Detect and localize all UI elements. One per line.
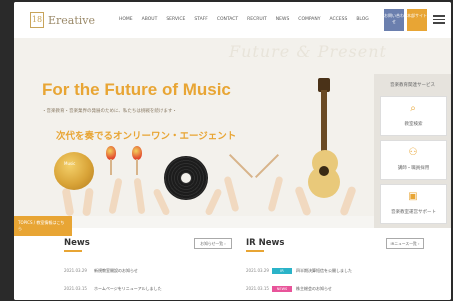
nav-item[interactable]: CONTACT: [217, 17, 238, 22]
maraca-illustration: [132, 146, 142, 160]
sidebar-card-support[interactable]: ▣ 音楽教室運営サポート: [380, 184, 447, 224]
hand-illustration: [152, 187, 171, 217]
hand-illustration: [204, 187, 223, 217]
nav-item[interactable]: SERVICE: [166, 17, 185, 22]
news-heading: News: [64, 238, 90, 248]
hero-catchphrase: 次代を奏でるオンリーワン・エージェント: [56, 131, 237, 142]
topics-corner-banner[interactable]: TOPICS / 教室情報はこちら: [14, 216, 72, 236]
hero-title: For the Future of Music: [42, 80, 231, 99]
hq-site-button-label: 本部サイト: [407, 13, 427, 18]
nav-item[interactable]: RECRUIT: [247, 17, 267, 22]
hand-illustration: [133, 177, 146, 215]
hamburger-menu-icon[interactable]: [433, 15, 445, 24]
guitar-neck: [321, 90, 327, 154]
nav-item[interactable]: NEWS: [276, 17, 290, 22]
ir-news-tag: IR: [272, 268, 292, 274]
hand-illustration: [82, 187, 94, 217]
news-section: News お知らせ一覧 › 2021.03.29 新規教室開設のお知らせ 202…: [14, 228, 451, 300]
hero-section: Future & Present For the Future of Music…: [14, 38, 451, 252]
hero-background-script: Future & Present: [229, 42, 387, 61]
ir-news-text: 株主総会のお知らせ: [296, 286, 332, 291]
drumstick-illustration: [228, 153, 254, 179]
building-icon: ▣: [408, 191, 418, 202]
logo-text: Ereative: [48, 13, 96, 27]
hand-illustration: [61, 187, 75, 217]
ir-news-heading-underline: [246, 250, 264, 252]
sidebar-card-label: 教室検索: [404, 122, 423, 127]
maraca-illustration: [106, 146, 116, 160]
news-date: 2021.03.29: [64, 268, 87, 273]
ir-news-date: 2021.03.15: [246, 286, 269, 291]
site-logo[interactable]: 18 Ereative: [30, 12, 95, 28]
drumstick-illustration: [254, 153, 280, 179]
news-more-button[interactable]: お知らせ一覧 ›: [194, 238, 232, 249]
sidebar-card-label: 講師・職員採用: [397, 166, 430, 171]
ir-news-text: 四半期決算短信を公開しました: [296, 268, 352, 273]
news-row[interactable]: 2021.03.29 新規教室開設のお知らせ: [64, 268, 234, 276]
hand-illustration: [267, 175, 284, 213]
hq-site-button[interactable]: 本部サイト: [407, 9, 427, 31]
sidebar-title: 音楽教育関連サービス: [390, 83, 435, 88]
maraca-handle: [136, 159, 138, 175]
corner-banner-label: TOPICS / 教室情報はこちら: [18, 220, 65, 231]
nav-item[interactable]: ABOUT: [142, 17, 158, 22]
vinyl-record-illustration: [164, 156, 208, 200]
nav-item[interactable]: ACCESS: [329, 17, 347, 22]
news-date: 2021.03.15: [64, 286, 87, 291]
hero-subtitle: ・音楽教育・音楽業界の発展のために、私たちは挑戦を続けます・: [42, 109, 177, 114]
ir-news-tag: NEWS: [272, 286, 292, 292]
hand-illustration: [339, 185, 357, 217]
main-nav: HOME ABOUT SERVICE STAFF CONTACT RECRUIT…: [119, 17, 369, 22]
ir-news-date: 2021.03.29: [246, 268, 269, 273]
ir-news-row[interactable]: 2021.03.15 NEWS 株主総会のお知らせ: [246, 286, 426, 294]
nav-item[interactable]: STAFF: [194, 17, 208, 22]
ir-news-heading: IR News: [246, 238, 285, 248]
nav-item[interactable]: BLOG: [356, 17, 368, 22]
news-row[interactable]: 2021.03.15 ホームページをリニューアルしました: [64, 286, 234, 294]
contact-button-label: お問い合わせ: [384, 13, 404, 24]
ir-news-more-button[interactable]: IRニュース一覧 ›: [386, 238, 424, 249]
news-heading-underline: [64, 250, 82, 252]
sidebar-card-label: 音楽教室運営サポート: [391, 210, 436, 215]
ir-news-row[interactable]: 2021.03.29 IR 四半期決算短信を公開しました: [246, 268, 426, 276]
hand-illustration: [108, 177, 123, 215]
browser-page: 18 Ereative HOME ABOUT SERVICE STAFF CON…: [14, 2, 451, 300]
cymbal-illustration: [54, 152, 94, 190]
news-text: ホームページをリニューアルしました: [94, 286, 162, 291]
news-text: 新規教室開設のお知らせ: [94, 268, 138, 273]
cymbal-label: Music: [64, 161, 76, 166]
service-sidebar: 音楽教育関連サービス ⌕ 教室検索 ⚇ 講師・職員採用 ▣ 音楽教室運営サポート: [374, 74, 451, 252]
maraca-handle: [110, 159, 112, 175]
people-icon: ⚇: [408, 147, 418, 158]
search-icon: ⌕: [410, 103, 416, 114]
sidebar-card-school-search[interactable]: ⌕ 教室検索: [380, 96, 447, 136]
sidebar-card-recruit[interactable]: ⚇ 講師・職員採用: [380, 140, 447, 180]
logo-mark: 18: [30, 12, 44, 28]
nav-item[interactable]: HOME: [119, 17, 133, 22]
guitar-sound-hole: [319, 166, 329, 176]
nav-item[interactable]: COMPANY: [298, 17, 320, 22]
hand-illustration: [294, 185, 312, 217]
contact-button[interactable]: お問い合わせ: [384, 9, 404, 31]
site-header: 18 Ereative HOME ABOUT SERVICE STAFF CON…: [14, 2, 451, 38]
hand-illustration: [223, 175, 240, 213]
